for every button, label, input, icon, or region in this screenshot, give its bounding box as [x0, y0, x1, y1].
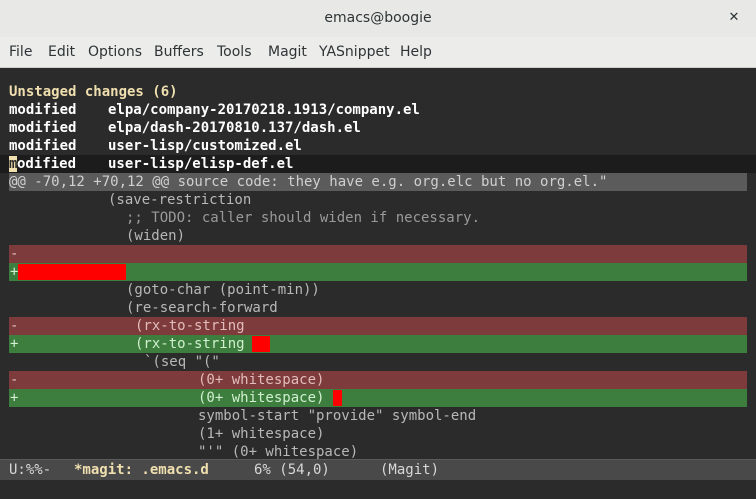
menu-buffers[interactable]: Buffers — [154, 37, 204, 67]
code-text: `(seq "(" — [144, 354, 220, 370]
diff-removed-line[interactable]: - — [9, 245, 747, 263]
added-sign: + — [10, 336, 19, 352]
file-status: modified — [9, 120, 77, 136]
code-text: (0+ whitespace) — [198, 390, 325, 406]
diff-context-line: (save-restriction — [0, 191, 756, 209]
file-path: user-lisp/customized.el — [108, 138, 302, 154]
file-entry[interactable]: modified elpa/company-20170218.1913/comp… — [0, 101, 756, 119]
hunk-header-text: @@ -70,12 +70,12 @@ source code: they ha… — [9, 174, 608, 190]
removed-sign: - — [10, 246, 19, 262]
menu-edit[interactable]: Edit — [48, 37, 75, 67]
file-status: modified — [9, 138, 77, 154]
mode-line[interactable]: U:%%- *magit: .emacs.d 6% (54,0) (Magit) — [0, 459, 756, 480]
diff-added-line[interactable]: + (rx-to-string — [9, 335, 747, 353]
menu-help[interactable]: Help — [400, 37, 432, 67]
whitespace-error-highlight — [18, 264, 126, 280]
close-icon[interactable]: ✕ — [726, 10, 742, 26]
code-text: (rx-to-string — [135, 318, 245, 334]
removed-sign: - — [10, 318, 19, 334]
section-heading[interactable]: Unstaged changes (6) — [0, 83, 756, 101]
modeline-buffer-name: *magit: .emacs.d — [74, 462, 209, 478]
file-path: elpa/company-20170218.1913/company.el — [108, 102, 420, 118]
diff-context-line: (1+ whitespace) — [0, 425, 756, 443]
removed-sign: - — [10, 372, 19, 388]
whitespace-error-highlight — [252, 336, 270, 352]
modeline-position: 6% (54,0) — [254, 462, 330, 478]
whitespace-error-highlight — [333, 390, 342, 406]
menu-tools[interactable]: Tools — [217, 37, 252, 67]
window-title: emacs@boogie — [324, 10, 432, 26]
code-text: (rx-to-string — [135, 336, 245, 352]
diff-added-line[interactable]: + — [9, 263, 747, 281]
title-bar[interactable]: emacs@boogie ✕ — [0, 0, 756, 38]
magit-status-buffer[interactable]: Unstaged changes (6) modified elpa/compa… — [0, 68, 756, 459]
hunk-header[interactable]: @@ -70,12 +70,12 @@ source code: they ha… — [9, 173, 747, 191]
diff-context-line: symbol-start "provide" symbol-end — [0, 407, 756, 425]
menu-magit[interactable]: Magit — [268, 37, 307, 67]
menu-file[interactable]: File — [9, 37, 32, 67]
modeline-state: U:%%- — [9, 462, 52, 478]
file-status: odified — [17, 156, 77, 172]
unstaged-header: Unstaged changes (6) — [9, 84, 178, 100]
code-text: (1+ whitespace) — [198, 426, 325, 442]
code-text: "'" (0+ whitespace) — [198, 444, 359, 459]
file-path: elpa/dash-20170810.137/dash.el — [108, 120, 361, 136]
code-text: (widen) — [126, 228, 186, 244]
menu-yasnippet[interactable]: YASnippet — [319, 37, 390, 67]
file-path: user-lisp/elisp-def.el — [108, 156, 294, 172]
code-text: (0+ whitespace) — [198, 372, 325, 388]
code-text: (goto-char (point-min)) — [126, 282, 320, 298]
file-status: modified — [9, 102, 77, 118]
diff-context-line: (re-search-forward — [0, 299, 756, 317]
emacs-window: emacs@boogie ✕ File Edit Options Buffers… — [0, 0, 756, 499]
code-text: symbol-start "provide" symbol-end — [198, 408, 477, 424]
diff-context-line: ;; TODO: caller should widen if necessar… — [0, 209, 756, 227]
modeline-major-mode[interactable]: (Magit) — [380, 460, 439, 480]
diff-removed-line[interactable]: - (rx-to-string — [9, 317, 747, 335]
diff-context-line: (widen) — [0, 227, 756, 245]
echo-area — [0, 480, 756, 499]
file-entry[interactable]: modified user-lisp/customized.el — [0, 137, 756, 155]
added-sign: + — [10, 390, 19, 406]
diff-context-line: `(seq "(" — [0, 353, 756, 371]
diff-context-line: "'" (0+ whitespace) — [0, 443, 756, 459]
menu-bar: File Edit Options Buffers Tools Magit YA… — [0, 37, 756, 68]
diff-context-line: (goto-char (point-min)) — [0, 281, 756, 299]
diff-added-line[interactable]: + (0+ whitespace) — [9, 389, 747, 407]
code-comment: ;; TODO: caller should widen if necessar… — [126, 210, 481, 226]
diff-removed-line[interactable]: - (0+ whitespace) — [9, 371, 747, 389]
code-text: (save-restriction — [108, 192, 252, 208]
file-entry-current[interactable]: m odified user-lisp/elisp-def.el — [0, 155, 756, 173]
menu-options[interactable]: Options — [88, 37, 142, 67]
code-text: (re-search-forward — [126, 300, 278, 316]
file-entry[interactable]: modified elpa/dash-20170810.137/dash.el — [0, 119, 756, 137]
